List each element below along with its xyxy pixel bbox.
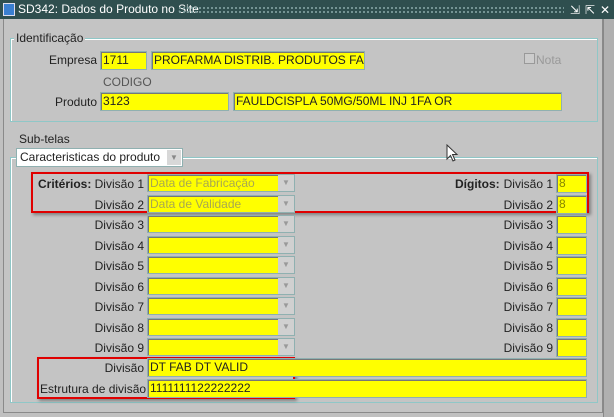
digitos-row-label: Divisão 1 <box>503 177 553 191</box>
criterio-combo[interactable]: ▼ <box>147 317 295 336</box>
digitos-row-label: Divisão 6 <box>503 279 553 294</box>
digitos-field[interactable] <box>556 338 587 357</box>
digitos-field[interactable]: 8 <box>556 174 587 193</box>
criterio-combo[interactable]: ▼ <box>147 256 295 274</box>
codigo-label: CODIGO <box>103 75 152 89</box>
estrutura-field[interactable]: 1111111122222222 <box>147 379 587 398</box>
divisao-label: Divisão <box>104 361 144 375</box>
empresa-label: Empresa <box>48 53 97 67</box>
chevron-down-icon: ▼ <box>278 257 294 273</box>
digitos-field[interactable]: 8 <box>556 194 587 214</box>
chevron-down-icon: ▼ <box>278 298 294 314</box>
nota-checkbox[interactable] <box>524 53 535 64</box>
criterio-row-label: Divisão 1 <box>94 177 144 191</box>
chevron-down-icon: ▼ <box>278 216 294 232</box>
subtelas-selected: Caracteristicas do produto <box>20 150 161 164</box>
digitos-row-label: Divisão 5 <box>503 259 553 273</box>
criterio-row-label: Divisão 5 <box>94 259 144 273</box>
digitos-row-label: Divisão 4 <box>503 238 553 253</box>
criterio-combo[interactable]: ▼ <box>147 276 295 295</box>
criterio-combo[interactable]: ▼ <box>147 338 295 356</box>
criterio-row-label: Divisão 8 <box>94 320 144 335</box>
maximize-button[interactable]: ⇱ <box>583 1 597 18</box>
chevron-down-icon: ▼ <box>278 339 294 355</box>
criterio-value: Data de Fabricação <box>150 176 255 190</box>
digitos-field[interactable] <box>556 297 587 316</box>
app-icon <box>3 3 15 16</box>
produto-desc-field[interactable]: FAULDCISPLA 50MG/50ML INJ 1FA OR <box>233 92 562 111</box>
digitos-field[interactable] <box>556 215 587 234</box>
mouse-cursor-icon <box>446 144 459 162</box>
nota-label: Nota <box>536 53 562 67</box>
chevron-down-icon: ▼ <box>278 195 294 212</box>
criterio-row-label: Divisão 3 <box>94 218 144 232</box>
chevron-down-icon: ▼ <box>278 175 294 191</box>
chevron-down-icon: ▼ <box>278 236 294 253</box>
chevron-down-icon: ▼ <box>278 277 294 294</box>
title-bar: SD342: Dados do Produto no Site ⇲ ⇱ ✕ <box>0 0 614 19</box>
digitos-field[interactable] <box>556 256 587 275</box>
digitos-row-label: Divisão 9 <box>503 341 553 355</box>
criterio-row-label: Divisão 6 <box>94 279 144 294</box>
digitos-row-label: Divisão 7 <box>503 300 553 314</box>
criterio-row-label: Divisão 9 <box>94 341 144 355</box>
subtelas-label: Sub-telas <box>19 132 70 146</box>
minimize-button[interactable]: ⇲ <box>568 1 582 18</box>
title-bar-grip <box>178 6 564 14</box>
criterio-row-label: Divisão 2 <box>94 197 144 212</box>
empresa-name-field[interactable]: PROFARMA DISTRIB. PRODUTOS FARM <box>151 51 365 70</box>
digitos-row-label: Divisão 2 <box>503 197 553 212</box>
criterio-combo[interactable]: ▼ <box>147 215 295 233</box>
criterio-combo[interactable]: Data de Fabricação ▼ <box>147 174 295 192</box>
produto-label: Produto <box>54 95 97 109</box>
digitos-row-label: Divisão 8 <box>503 320 553 335</box>
window-title: SD342: Dados do Produto no Site <box>18 2 199 16</box>
digitos-field[interactable] <box>556 317 587 337</box>
produto-code-field[interactable]: 3123 <box>100 92 229 111</box>
criterio-value: Data de Validade <box>150 196 242 211</box>
criterio-combo[interactable]: ▼ <box>147 235 295 254</box>
divisao-field[interactable]: DT FAB DT VALID <box>147 358 587 377</box>
close-button[interactable]: ✕ <box>598 1 612 18</box>
criterio-combo[interactable]: ▼ <box>147 297 295 315</box>
criterio-combo[interactable]: Data de Validade ▼ <box>147 194 295 213</box>
chevron-down-icon: ▼ <box>167 150 181 165</box>
window-border <box>603 19 614 417</box>
digitos-field[interactable] <box>556 235 587 255</box>
criterio-row-label: Divisão 7 <box>94 300 144 314</box>
digitos-row-label: Divisão 3 <box>503 218 553 232</box>
empresa-code-field[interactable]: 1711 <box>100 51 147 70</box>
digitos-field[interactable] <box>556 276 587 296</box>
chevron-down-icon: ▼ <box>278 318 294 335</box>
estrutura-label: Estrutura de divisão <box>40 382 147 396</box>
criterio-row-label: Divisão 4 <box>94 238 144 253</box>
subtelas-dropdown[interactable]: Caracteristicas do produto ▼ <box>16 148 183 167</box>
identificacao-legend: Identificação <box>14 31 86 45</box>
